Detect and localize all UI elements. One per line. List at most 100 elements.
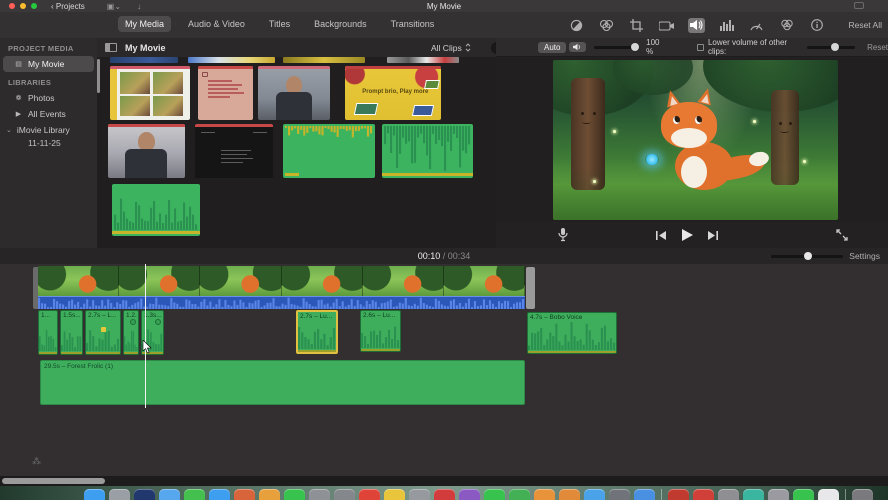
noise-reduction-icon[interactable] [718,18,735,33]
audio-clip[interactable]: 1.2... [123,310,139,355]
clip-trim-handle-right[interactable] [526,267,535,309]
all-clips-dropdown[interactable]: All Clips [431,43,471,53]
tab-titles[interactable]: Titles [262,16,297,32]
lower-volume-checkbox[interactable] [697,43,704,51]
media-thumb-photo-collage[interactable] [110,66,190,120]
color-balance-icon[interactable] [568,18,585,33]
lower-volume-slider[interactable] [806,42,856,51]
timeline-settings-button[interactable]: Settings [849,251,880,261]
dock-app-icon[interactable] [159,489,180,500]
dock-app-icon[interactable] [409,489,430,500]
dock-app-icon[interactable] [718,489,739,500]
dock-app-icon[interactable] [693,489,714,500]
media-thumb-partial[interactable] [188,57,275,63]
dock-app-icon[interactable] [259,489,280,500]
dock-app-icon[interactable] [109,489,130,500]
dock-app-icon[interactable] [84,489,105,500]
dock-app-icon[interactable] [184,489,205,500]
dock-app-icon[interactable] [234,489,255,500]
media-thumb-audio-clip[interactable] [283,124,375,178]
crop-icon[interactable] [628,18,645,33]
dock-app-icon[interactable] [359,489,380,500]
dock-app-icon[interactable] [134,489,155,500]
dock-app-icon[interactable] [668,489,689,500]
volume-slider[interactable] [594,42,640,51]
window-title: My Movie [426,1,462,11]
dock-app-icon[interactable] [459,489,480,500]
media-thumb-text-card[interactable] [198,66,253,120]
media-thumb-partial[interactable] [110,57,178,63]
chevron-down-icon[interactable]: ⌄ [6,126,12,134]
sidebar-item-photos[interactable]: ❁ Photos [0,90,97,106]
tab-backgrounds[interactable]: Backgrounds [307,16,374,32]
dock-app-icon[interactable] [559,489,580,500]
stabilization-icon[interactable] [658,18,675,33]
media-thumb-partial[interactable] [387,57,459,63]
photos-icon: ❁ [15,95,22,102]
dock-app-icon[interactable] [534,489,555,500]
media-thumb-audio-clip[interactable] [382,124,473,178]
media-thumb-terminal-video[interactable] [195,124,273,178]
auto-volume-button[interactable]: Auto [538,41,567,53]
dock-app-icon[interactable] [584,489,605,500]
video-clip-audio-waveform[interactable] [38,296,525,309]
audio-clip[interactable]: 2.7s – L... [85,310,121,355]
video-preview[interactable] [553,60,838,220]
dock-app-icon[interactable] [284,489,305,500]
skip-forward-button[interactable] [707,230,718,241]
media-thumb-presenter-video[interactable] [258,66,330,120]
video-clip-filmstrip[interactable] [38,266,525,296]
dock-app-icon[interactable] [309,489,330,500]
viewer-panel: Reset All Auto 100 % Lower volume of oth… [496,12,888,248]
voiceover-mic-icon[interactable] [558,228,568,242]
effects-icon[interactable] [778,18,795,33]
dock-app-icon[interactable] [852,489,873,500]
audio-clip-selected[interactable]: 2.7s – Lu... [296,310,338,354]
reset-button[interactable]: Reset [867,43,888,52]
dock-app-icon[interactable] [209,489,230,500]
timeline-zoom-slider[interactable] [771,251,844,260]
tab-transitions[interactable]: Transitions [384,16,442,32]
skip-back-button[interactable] [656,230,667,241]
audio-clip-bobo-voice[interactable]: 4.7s – Bobo Voice [527,312,617,354]
sidebar-toggle-icon[interactable] [105,43,117,52]
dock-app-icon[interactable] [484,489,505,500]
sidebar-item-my-movie[interactable]: ▤ My Movie [3,56,94,72]
dock-app-icon[interactable] [434,489,455,500]
audio-clip[interactable]: 1... [38,310,58,355]
color-correction-icon[interactable] [598,18,615,33]
playhead[interactable] [145,264,146,408]
tab-my-media[interactable]: My Media [118,16,172,32]
reset-all-button[interactable]: Reset All [848,20,882,30]
speed-icon[interactable] [748,18,765,33]
background-music-clip[interactable]: 29.5s – Forest Frolic (1) [40,360,525,405]
dock-app-icon[interactable] [818,489,839,500]
media-thumb-promo-card[interactable]: Prompt brio, Play more [345,66,441,120]
dock-app-icon[interactable] [509,489,530,500]
mute-button[interactable] [569,42,587,52]
media-thumb-webcam-video[interactable] [108,124,185,178]
dock-app-icon[interactable] [609,489,630,500]
dock-app-icon[interactable] [384,489,405,500]
volume-icon[interactable] [688,17,705,33]
dock-app-icon[interactable] [768,489,789,500]
timeline-scrollbar-thumb[interactable] [2,478,105,484]
sidebar-item-imovie-library[interactable]: ⌄ iMovie Library [0,122,97,138]
sidebar-item-all-events[interactable]: ▶ All Events [0,106,97,122]
browser-scrollbar[interactable] [97,59,100,93]
dock-app-icon[interactable] [634,489,655,500]
timeline-ruler[interactable]: 00:10 / 00:34 [0,248,888,264]
dock-app-icon[interactable] [743,489,764,500]
sidebar-item-library-date[interactable]: 11-11-25 [0,138,97,148]
dock-app-icon[interactable] [793,489,814,500]
audio-clip[interactable]: 2.6s – Lu... [360,310,401,352]
info-icon[interactable] [808,18,825,33]
fullscreen-icon[interactable] [836,229,848,241]
viewer-area [496,58,888,222]
play-button[interactable] [680,228,694,242]
media-thumb-audio-clip[interactable] [112,184,200,236]
audio-clip[interactable]: 1.5s... [60,310,83,355]
media-thumb-partial[interactable] [283,57,365,63]
dock-app-icon[interactable] [334,489,355,500]
tab-audio-video[interactable]: Audio & Video [181,16,252,32]
